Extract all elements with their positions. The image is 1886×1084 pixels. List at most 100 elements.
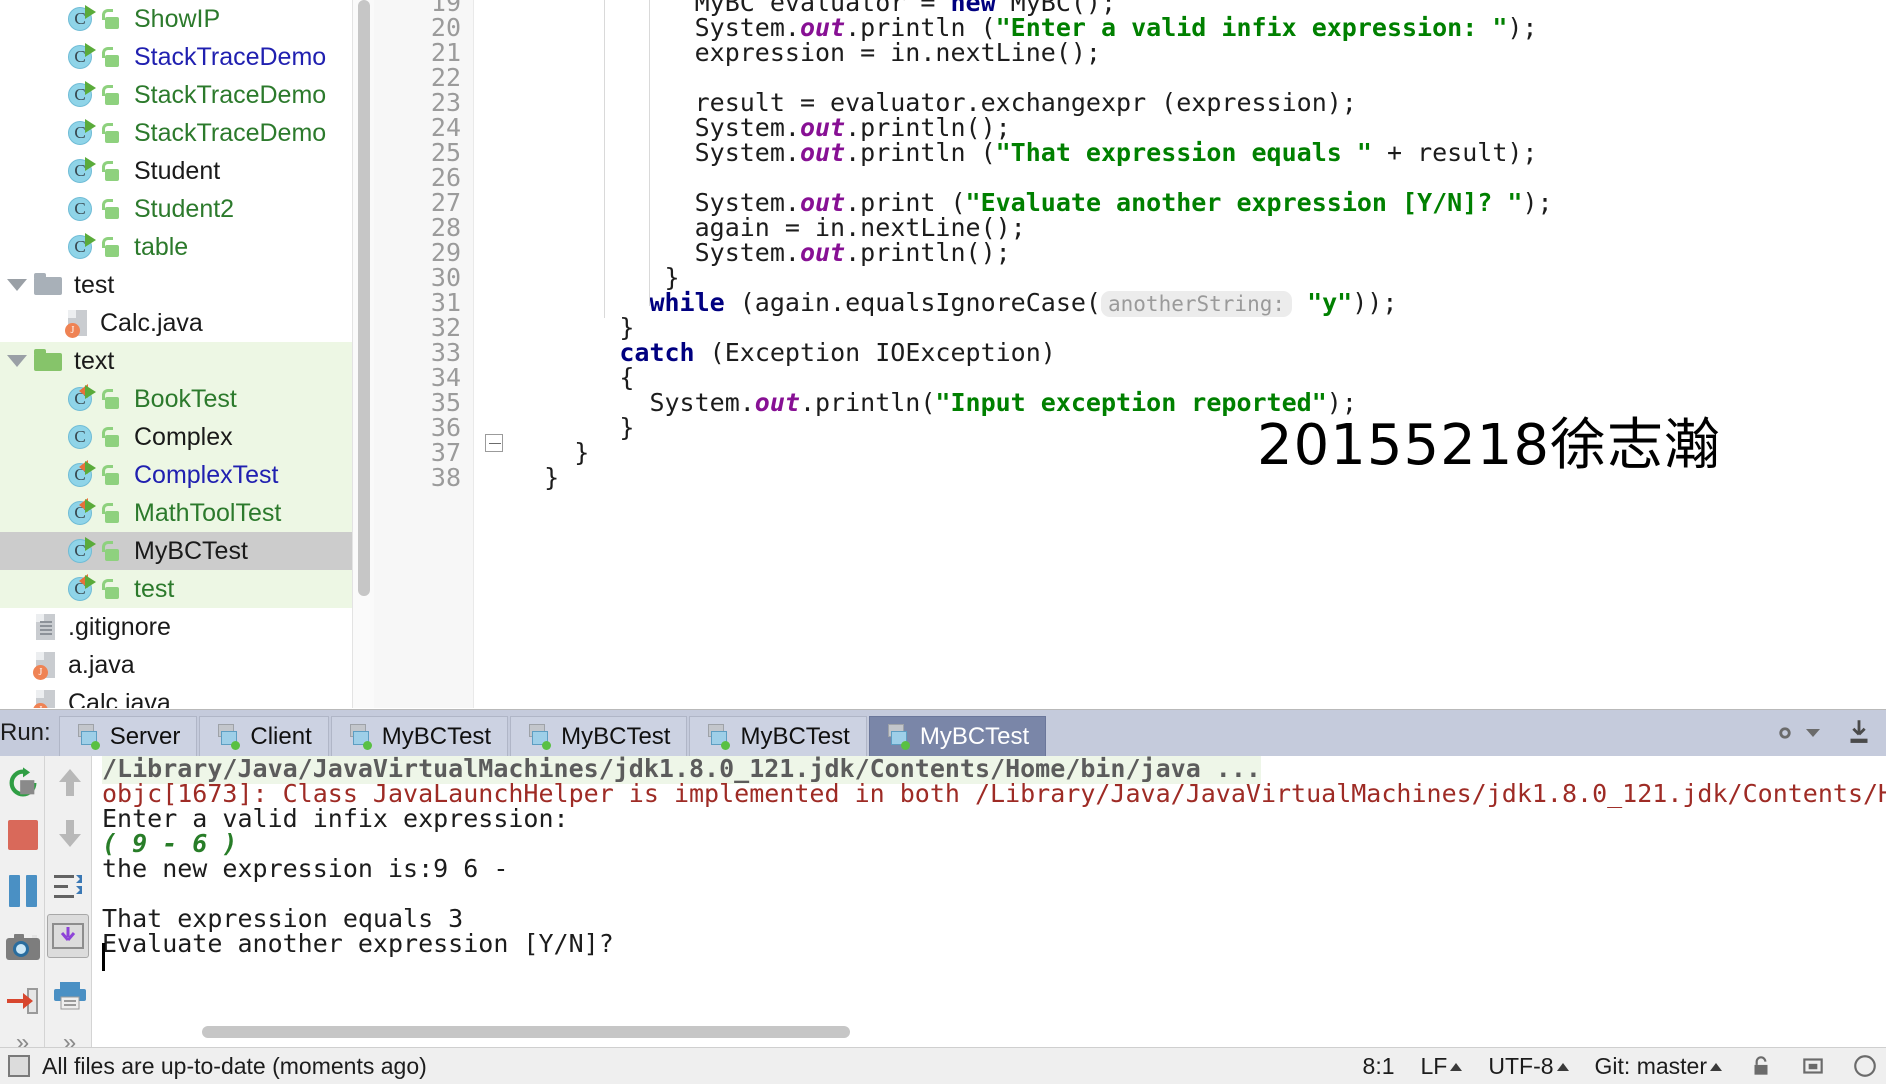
tree-item-a-java[interactable]: Ja.java [0, 646, 352, 684]
code-token: out [799, 238, 846, 267]
tree-item-text[interactable]: text [0, 342, 352, 380]
line-number: 38 [430, 463, 461, 492]
code-line[interactable]: catch (Exception IOException) [619, 338, 1056, 368]
print-icon [53, 982, 86, 1010]
file-encoding[interactable]: UTF-8 [1488, 1053, 1569, 1080]
tree-item-booktest[interactable]: C BookTest [0, 380, 352, 418]
export-button[interactable] [1842, 716, 1876, 755]
code-line[interactable]: } [619, 413, 634, 443]
lock-icon [100, 6, 124, 32]
scroll-up-button[interactable] [47, 758, 92, 808]
run-tab-mybctest[interactable]: MyBCTest [330, 716, 509, 756]
stop-button[interactable] [0, 810, 45, 860]
code-editor[interactable]: 19 20 21 22 23 24 25 26 27 28 29 30 31 32 33 34 35 36 37 38… [374, 0, 1886, 708]
code-token: ); [1522, 188, 1553, 217]
tree-item-mybctest[interactable]: C MyBCTest [0, 532, 352, 570]
run-tabs[interactable]: Server Client MyBCTest MyBCTest MyBCTest MyBC… [58, 716, 1048, 756]
tree-item-showip[interactable]: C ShowIP [0, 0, 352, 38]
tree-item-stacktracedemo[interactable]: C StackTraceDemo [0, 76, 352, 114]
tree-item-label: BookTest [134, 384, 237, 413]
tree-expand-toggle[interactable] [0, 279, 34, 291]
rerun-button[interactable] [0, 758, 45, 808]
tree-item-student[interactable]: C Student [0, 152, 352, 190]
fold-marker-icon[interactable] [485, 434, 503, 452]
code-token: out [754, 388, 800, 417]
code-token: .println ( [845, 138, 996, 167]
project-tree-scrollbar[interactable] [352, 0, 374, 708]
run-tab-mybctest[interactable]: MyBCTest [868, 716, 1047, 756]
code-line[interactable]: System.out.println(); [695, 238, 1011, 268]
code-line[interactable]: while (again.equalsIgnoreCase(anotherStr… [649, 288, 1397, 318]
status-message: All files are up-to-date (moments ago) [42, 1052, 427, 1079]
tree-expand-toggle[interactable] [0, 355, 34, 367]
tree-item-label: table [134, 232, 189, 261]
lock-icon [100, 538, 124, 564]
screenshot-button[interactable] [0, 922, 45, 972]
tree-item-test[interactable]: Ctest [0, 570, 352, 608]
run-tab-mybctest[interactable]: MyBCTest [689, 716, 867, 756]
code-token: ); [1507, 13, 1538, 42]
memory-indicator-icon[interactable] [1800, 1053, 1826, 1079]
console-output[interactable]: /Library/Java/JavaVirtualMachines/jdk1.8… [92, 756, 1886, 1048]
editor-code-area[interactable]: MyBC evaluator = new MyBC(); System.out.p… [514, 0, 1886, 708]
code-line[interactable]: } [544, 463, 559, 493]
run-toolbar-primary[interactable]: » [0, 756, 45, 1056]
scroll-to-end-button[interactable] [47, 914, 89, 958]
project-tree-panel[interactable]: C ShowIP C StackTraceDemo C StackTraceDemo C St… [0, 0, 352, 708]
tree-item-complextest[interactable]: C ComplexTest [0, 456, 352, 494]
run-config-icon [886, 723, 912, 750]
git-branch[interactable]: Git: master [1595, 1053, 1722, 1080]
tree-item-student2[interactable]: C Student2 [0, 190, 352, 228]
chevron-down-icon[interactable] [1806, 729, 1820, 737]
tree-item-mathtooltest[interactable]: C MathToolTest [0, 494, 352, 532]
run-tab-mybctest[interactable]: MyBCTest [510, 716, 688, 756]
caret-position[interactable]: 8:1 [1363, 1053, 1395, 1080]
line-separator[interactable]: LF [1421, 1053, 1463, 1080]
scroll-down-button[interactable] [47, 808, 92, 858]
vcs-status-icon[interactable] [8, 1055, 30, 1077]
scrollbar-thumb[interactable] [358, 0, 370, 596]
tree-item-test[interactable]: test [0, 266, 352, 304]
run-tab-client[interactable]: Client [199, 716, 329, 756]
code-line[interactable]: } [574, 438, 589, 468]
run-tab-label: MyBCTest [561, 722, 671, 750]
scrollbar-thumb-horizontal[interactable] [202, 1026, 850, 1038]
editor-fold-gutter[interactable] [475, 0, 513, 708]
lock-status-icon[interactable] [1748, 1053, 1774, 1079]
code-token: (Exception IOException) [694, 338, 1056, 367]
code-token: "That expression equals " [995, 138, 1372, 167]
code-line[interactable]: { [619, 363, 634, 393]
print-button[interactable] [47, 970, 92, 1020]
run-tab-bar: Run: Server Client MyBCTest MyBCTest MyBCTes… [0, 710, 1886, 756]
run-toolbar-secondary[interactable]: » [45, 756, 92, 1056]
code-line[interactable]: System.out.println("Input exception repo… [649, 388, 1356, 418]
code-line[interactable]: System.out.println ("That expression equ… [695, 138, 1538, 168]
tree-item-label: Student2 [134, 194, 235, 223]
code-token: .println( [799, 388, 936, 417]
run-tab-server[interactable]: Server [58, 716, 198, 756]
notifications-icon[interactable] [1852, 1053, 1878, 1079]
tree-item-complex[interactable]: C Complex [0, 418, 352, 456]
tree-item-calc-java[interactable]: JCalc.java [0, 304, 352, 342]
tree-item-label: MathToolTest [134, 498, 282, 527]
soft-wrap-button[interactable] [47, 862, 92, 912]
text-file-icon [34, 613, 68, 641]
run-config-icon [216, 723, 242, 750]
code-token: { [619, 363, 635, 392]
settings-gear-button[interactable] [1768, 716, 1820, 750]
console-horizontal-scrollbar[interactable] [184, 1024, 1876, 1040]
code-line[interactable]: expression = in.nextLine(); [695, 38, 1101, 68]
tree-item-stacktracedemo[interactable]: C StackTraceDemo [0, 38, 352, 76]
tree-item-table[interactable]: Ctable [0, 228, 352, 266]
console-caret [102, 943, 105, 971]
editor-gutter[interactable]: 19 20 21 22 23 24 25 26 27 28 29 30 31 32 33 34 35 36 37 38 [374, 0, 474, 708]
tree-item--gitignore[interactable]: .gitignore [0, 608, 352, 646]
code-token: } [574, 438, 590, 467]
tree-item-stacktracedemo[interactable]: C StackTraceDemo [0, 114, 352, 152]
run-config-icon [527, 723, 553, 750]
pause-button[interactable] [0, 866, 45, 916]
tree-item-calc-java[interactable]: JCalc.java [0, 684, 352, 708]
parameter-hint: anotherString: [1101, 291, 1293, 317]
export-icon [1850, 720, 1868, 743]
tree-item-label: test [134, 574, 175, 603]
